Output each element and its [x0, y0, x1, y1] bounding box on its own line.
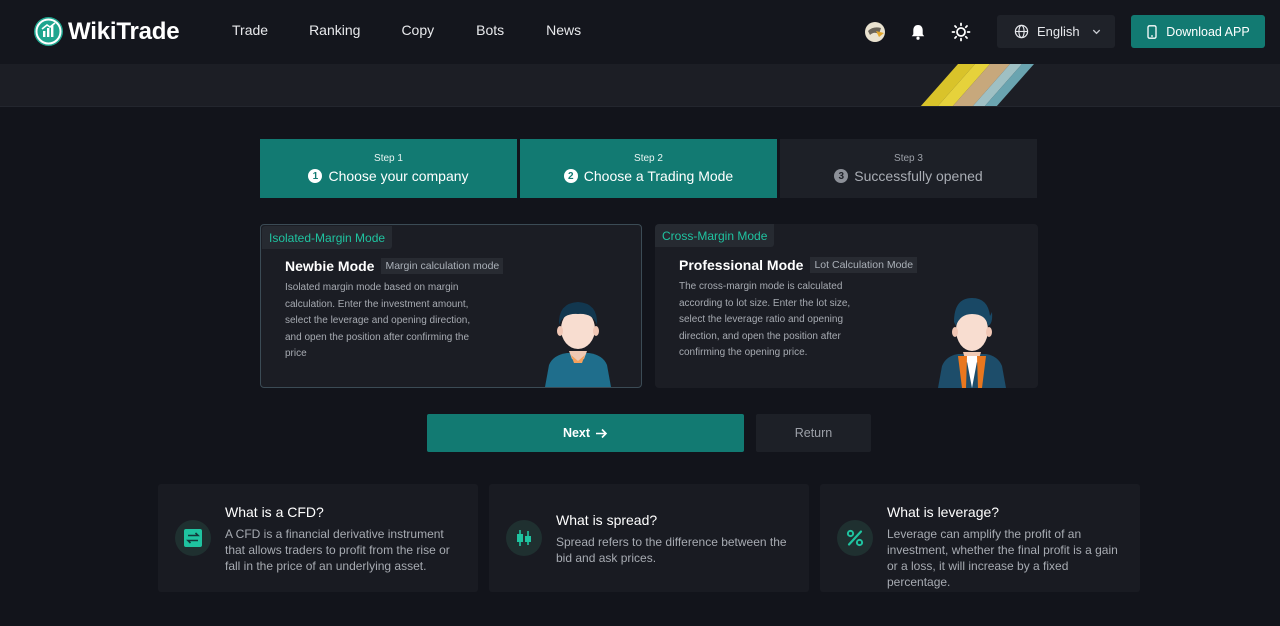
- logo-chart-icon: [34, 17, 63, 46]
- step-kicker: Step 2: [634, 153, 663, 164]
- faq-body: A CFD is a financial derivative instrume…: [225, 527, 450, 573]
- step-title: Choose a Trading Mode: [583, 168, 734, 184]
- faq-card-spread: What is spread? Spread refers to the dif…: [489, 484, 809, 592]
- mode-tag: Cross-Margin Mode: [655, 224, 775, 247]
- nav-trade[interactable]: Trade: [232, 22, 268, 38]
- banner-stripes-graphic: [920, 64, 1034, 106]
- faq-card-cfd: What is a CFD? A CFD is a financial deri…: [158, 484, 478, 592]
- faq-body: Spread refers to the difference between …: [556, 535, 787, 565]
- top-header: WikiTrade Trade Ranking Copy Bots News E…: [0, 0, 1280, 64]
- mode-title: Professional Mode: [679, 257, 804, 273]
- return-button[interactable]: Return: [756, 414, 871, 452]
- next-label: Next: [562, 426, 591, 440]
- arrow-right-icon: [596, 428, 608, 438]
- globe-icon: [1014, 24, 1029, 39]
- professional-avatar-illustration: [938, 298, 1006, 388]
- language-select[interactable]: English: [997, 15, 1115, 48]
- faq-title: What is a CFD?: [225, 504, 324, 520]
- logo-text: WikiTrade: [68, 17, 180, 45]
- step-title: Choose your company: [328, 168, 469, 184]
- faq-card-leverage: What is leverage? Leverage can amplify t…: [820, 484, 1140, 592]
- mode-title: Newbie Mode: [285, 258, 375, 274]
- nav-bots[interactable]: Bots: [476, 22, 504, 38]
- promo-banner: [0, 64, 1280, 107]
- nav-news[interactable]: News: [546, 22, 581, 38]
- theme-sun-icon[interactable]: [950, 21, 972, 43]
- faq-title: What is leverage?: [887, 504, 1000, 520]
- step-number-badge: 1: [308, 169, 323, 183]
- cross-margin-mode-card[interactable]: Cross-Margin Mode Professional Mode Lot …: [655, 224, 1038, 388]
- step-3: Step 3 3 Successfully opened: [780, 139, 1037, 198]
- chevron-down-icon: [1092, 29, 1101, 35]
- percent-icon: [837, 520, 873, 556]
- wikitrade-logo[interactable]: WikiTrade: [34, 17, 180, 46]
- step-number-badge: 2: [563, 169, 578, 183]
- nav-ranking[interactable]: Ranking: [309, 22, 360, 38]
- candlestick-icon: [506, 520, 542, 556]
- step-1: Step 1 1 Choose your company: [260, 139, 517, 198]
- newbie-avatar-illustration: [545, 302, 611, 387]
- step-kicker: Step 3: [894, 153, 923, 164]
- phone-icon: [1147, 24, 1157, 39]
- language-label: English: [1037, 24, 1080, 39]
- faq-title: What is spread?: [556, 512, 658, 528]
- mode-description: Isolated margin mode based on margin cal…: [285, 282, 471, 359]
- mode-tag: Isolated-Margin Mode: [262, 226, 393, 249]
- step-title: Successfully opened: [854, 168, 983, 184]
- step-2: Step 2 2 Choose a Trading Mode: [520, 139, 777, 198]
- next-button[interactable]: Next: [427, 414, 744, 452]
- faq-body: Leverage can amplify the profit of an in…: [887, 527, 1118, 589]
- download-app-button[interactable]: Download APP: [1131, 15, 1265, 48]
- mode-subtitle-badge: Margin calculation mode: [381, 258, 504, 274]
- main-nav: Trade Ranking Copy Bots News: [232, 22, 581, 38]
- isolated-margin-mode-card[interactable]: Isolated-Margin Mode Newbie Mode Margin …: [260, 224, 642, 388]
- return-label: Return: [794, 426, 833, 440]
- step-number-badge: 3: [834, 169, 849, 183]
- exchange-icon: [175, 520, 211, 556]
- download-app-label: Download APP: [1166, 24, 1250, 39]
- mode-subtitle-badge: Lot Calculation Mode: [810, 257, 918, 273]
- mode-description: The cross-margin mode is calculated acco…: [679, 281, 851, 358]
- user-avatar-icon[interactable]: [864, 21, 886, 43]
- bell-icon[interactable]: [907, 21, 929, 43]
- nav-copy[interactable]: Copy: [401, 22, 434, 38]
- step-kicker: Step 1: [374, 153, 403, 164]
